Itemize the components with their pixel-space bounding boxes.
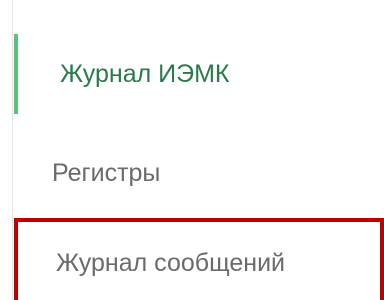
- menu-item-iemk-journal[interactable]: Журнал ИЭМК: [14, 34, 384, 114]
- menu-item-messages-journal[interactable]: Журнал сообщений: [14, 218, 384, 300]
- menu-item-label: Журнал ИЭМК: [60, 60, 230, 88]
- menu-item-label: Журнал сообщений: [56, 249, 286, 277]
- menu-item-label: Регистры: [52, 159, 161, 187]
- menu-divider: [12, 0, 13, 300]
- menu-item-registers[interactable]: Регистры: [14, 134, 384, 212]
- side-menu: Журнал ИЭМК Регистры Журнал сообщений: [0, 0, 384, 300]
